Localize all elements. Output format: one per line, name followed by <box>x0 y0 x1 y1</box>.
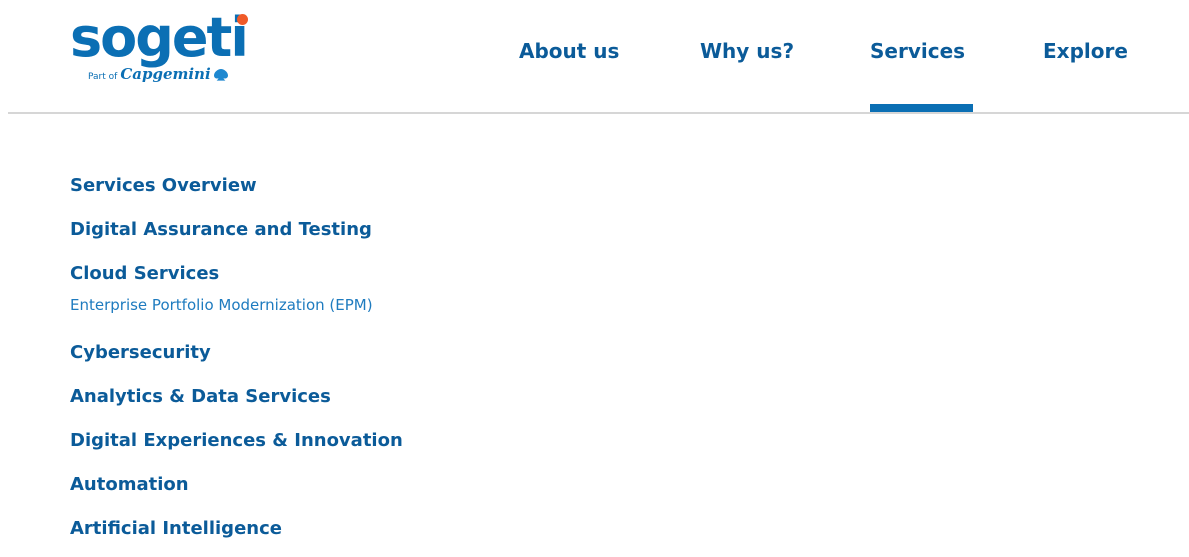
menu-services-overview[interactable]: Services Overview <box>70 170 670 214</box>
menu-artificial-intelligence[interactable]: Artificial Intelligence <box>70 513 670 557</box>
nav-about-us[interactable]: About us <box>519 36 619 76</box>
nav-explore[interactable]: Explore <box>1043 36 1128 76</box>
menu-enterprise-portfolio-modernization[interactable]: Enterprise Portfolio Modernization (EPM) <box>70 294 670 337</box>
site-header: sogeti Part of Capgemini About us Why us?… <box>0 0 1189 114</box>
nav-services[interactable]: Services <box>870 36 965 76</box>
nav-why-us[interactable]: Why us? <box>700 36 794 76</box>
menu-digital-assurance-testing[interactable]: Digital Assurance and Testing <box>70 214 670 258</box>
menu-cybersecurity[interactable]: Cybersecurity <box>70 337 670 381</box>
main-nav: About us Why us? Services Explore <box>0 36 1189 76</box>
menu-automation[interactable]: Automation <box>70 469 670 513</box>
logo-dot-icon <box>237 14 248 25</box>
nav-active-indicator <box>870 104 973 112</box>
services-menu: Services Overview Digital Assurance and … <box>70 170 670 557</box>
header-divider <box>8 112 1189 114</box>
menu-analytics-data-services[interactable]: Analytics & Data Services <box>70 381 670 425</box>
menu-digital-experiences-innovation[interactable]: Digital Experiences & Innovation <box>70 425 670 469</box>
